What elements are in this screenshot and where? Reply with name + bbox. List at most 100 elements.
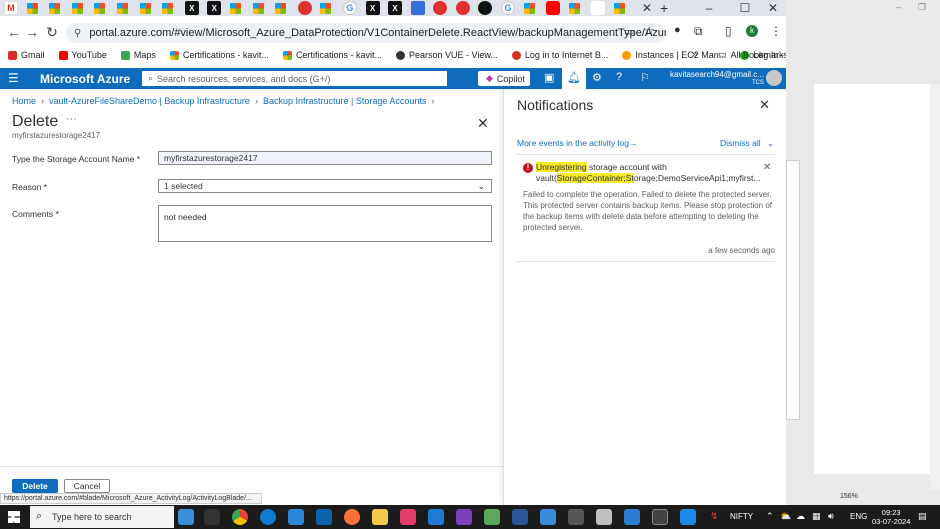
portal-menu-icon[interactable]: ☰: [8, 71, 19, 85]
forward-icon[interactable]: →: [22, 24, 42, 40]
more-options-icon[interactable]: ···: [66, 113, 77, 125]
app-icon[interactable]: [624, 509, 640, 525]
app-icon[interactable]: [680, 509, 696, 525]
copilot-app-icon[interactable]: [178, 509, 194, 525]
app-icon[interactable]: [596, 509, 612, 525]
x-tab-icon[interactable]: X: [388, 1, 403, 15]
site-info-icon[interactable]: ⚲: [74, 28, 81, 39]
profile-avatar[interactable]: k: [746, 25, 758, 37]
extensions-icon[interactable]: ⧉: [694, 24, 703, 39]
red-site-tab-icon[interactable]: [433, 1, 448, 15]
app-icon[interactable]: [400, 509, 416, 525]
blade-close-icon[interactable]: ✕: [477, 115, 489, 132]
settings-app-icon[interactable]: [568, 509, 584, 525]
feedback-icon[interactable]: ⚐: [640, 71, 650, 84]
azure-search-input[interactable]: ⌕ Search resources, services, and docs (…: [142, 71, 447, 86]
clock[interactable]: 09:23 03-07-2024: [872, 508, 910, 526]
minimize-icon[interactable]: –: [694, 0, 724, 16]
settings-gear-icon[interactable]: ⚙: [592, 71, 602, 84]
address-bar[interactable]: ⚲ portal.azure.com/#view/Microsoft_Azure…: [66, 23, 666, 43]
scrollbar[interactable]: [930, 84, 940, 490]
tab-close-icon[interactable]: ✕: [640, 1, 654, 15]
cloud-shell-icon[interactable]: ▣: [544, 71, 554, 84]
store-app-icon[interactable]: [288, 509, 304, 525]
reason-select[interactable]: 1 selected ⌄: [158, 179, 492, 193]
microsoft-tab-icon[interactable]: [26, 2, 38, 14]
app-icon[interactable]: [484, 509, 500, 525]
browser-menu-icon[interactable]: ⋮: [770, 24, 782, 38]
delete-button[interactable]: Delete: [12, 479, 58, 493]
x-tab-icon[interactable]: X: [184, 1, 199, 15]
bookmark-internet-banking[interactable]: Log in to Internet B...: [511, 50, 608, 60]
minimize-icon[interactable]: –: [896, 2, 901, 12]
microsoft-tab-icon[interactable]: [252, 2, 264, 14]
side-panel-icon[interactable]: ▯: [725, 24, 732, 38]
bookmark-certifications-2[interactable]: Certifications - kavit...: [282, 50, 382, 60]
breadcrumb-vault[interactable]: vault-AzureFileShareDemo | Backup Infras…: [49, 96, 250, 106]
notifications-bell-icon[interactable]: 🔔︎: [562, 68, 586, 89]
maximize-icon[interactable]: ☐: [730, 0, 760, 16]
back-icon[interactable]: ←: [4, 24, 24, 40]
new-tab-icon[interactable]: +: [660, 0, 668, 16]
blank-tab-icon[interactable]: [591, 1, 606, 15]
microsoft-tab-icon[interactable]: [49, 2, 61, 14]
bookmark-certifications[interactable]: Certifications - kavit...: [169, 50, 269, 60]
visual-studio-icon[interactable]: [456, 509, 472, 525]
google-tab-icon[interactable]: G: [342, 1, 357, 15]
microsoft-tab-icon[interactable]: [523, 2, 535, 14]
account-info[interactable]: kavitasearch94@gmail.c... TCS: [670, 70, 764, 88]
bookmark-gmail[interactable]: Gmail: [8, 50, 45, 60]
red-site-tab-icon[interactable]: [297, 1, 312, 15]
bookmark-ec2[interactable]: Instances | EC2 Man...: [622, 50, 726, 60]
tray-app-icon[interactable]: ☁: [796, 511, 805, 522]
microsoft-tab-icon[interactable]: [229, 2, 241, 14]
all-bookmarks[interactable]: ▭ All Bookmarks: [718, 49, 788, 60]
microsoft-tab-icon[interactable]: [275, 2, 287, 14]
restore-icon[interactable]: ❐: [918, 2, 926, 13]
google-tab-icon[interactable]: G: [501, 1, 516, 15]
word-app-icon[interactable]: [512, 509, 528, 525]
volume-icon[interactable]: 🔊︎: [828, 511, 834, 522]
firefox-app-icon[interactable]: [344, 509, 360, 525]
language-indicator[interactable]: ENG: [850, 512, 867, 521]
breadcrumb-storage-accounts[interactable]: Backup Infrastructure | Storage Accounts: [263, 96, 426, 106]
notification-item[interactable]: ! ✕ Unregistering storage account with v…: [517, 156, 775, 262]
bookmark-maps[interactable]: Maps: [120, 50, 156, 60]
microsoft-tab-icon[interactable]: [71, 2, 83, 14]
x-tab-icon[interactable]: X: [207, 1, 222, 15]
terminal-app-icon[interactable]: [652, 509, 668, 525]
chrome-app-icon[interactable]: [232, 509, 248, 525]
red-site-tab-icon[interactable]: [455, 1, 470, 15]
network-icon[interactable]: ▦: [812, 511, 821, 522]
microsoft-tab-icon[interactable]: [116, 2, 128, 14]
microsoft-tab-icon[interactable]: [568, 2, 580, 14]
notifications-center-icon[interactable]: ▤: [918, 511, 927, 522]
azure-active-tab-icon[interactable]: [614, 2, 626, 14]
youtube-tab-icon[interactable]: [546, 1, 561, 15]
notifications-close-icon[interactable]: ✕: [759, 97, 770, 113]
bookmark-pearson-vue[interactable]: Pearson VUE - View...: [395, 50, 498, 60]
edge-app-icon[interactable]: [260, 509, 276, 525]
task-view-icon[interactable]: [204, 509, 220, 525]
help-icon[interactable]: ?: [616, 71, 622, 83]
file-explorer-icon[interactable]: [372, 509, 388, 525]
x-tab-icon[interactable]: X: [365, 1, 380, 15]
tray-app-icon[interactable]: ⛅: [780, 511, 791, 522]
stock-widget[interactable]: NIFTY: [730, 512, 753, 521]
window-close-icon[interactable]: ✕: [758, 0, 788, 16]
activity-log-link[interactable]: More events in the activity log→: [517, 138, 637, 148]
gmail-tab-icon[interactable]: M: [4, 1, 18, 15]
breadcrumb-home[interactable]: Home: [12, 96, 36, 106]
account-name-input[interactable]: myfirstazurestorage2417: [158, 151, 492, 165]
github-tab-icon[interactable]: [478, 1, 493, 15]
avatar[interactable]: [766, 70, 782, 86]
cancel-button[interactable]: Cancel: [64, 479, 110, 493]
microsoft-tab-icon[interactable]: [162, 2, 174, 14]
cast-icon[interactable]: ▭: [624, 25, 634, 38]
mail-app-icon[interactable]: [316, 509, 332, 525]
tray-overflow-icon[interactable]: ⌃: [766, 511, 774, 522]
reload-icon[interactable]: ↻: [42, 24, 62, 41]
microsoft-tab-icon[interactable]: [139, 2, 151, 14]
app-icon[interactable]: [428, 509, 444, 525]
dismiss-all-button[interactable]: Dismiss all ⌄: [720, 138, 774, 149]
